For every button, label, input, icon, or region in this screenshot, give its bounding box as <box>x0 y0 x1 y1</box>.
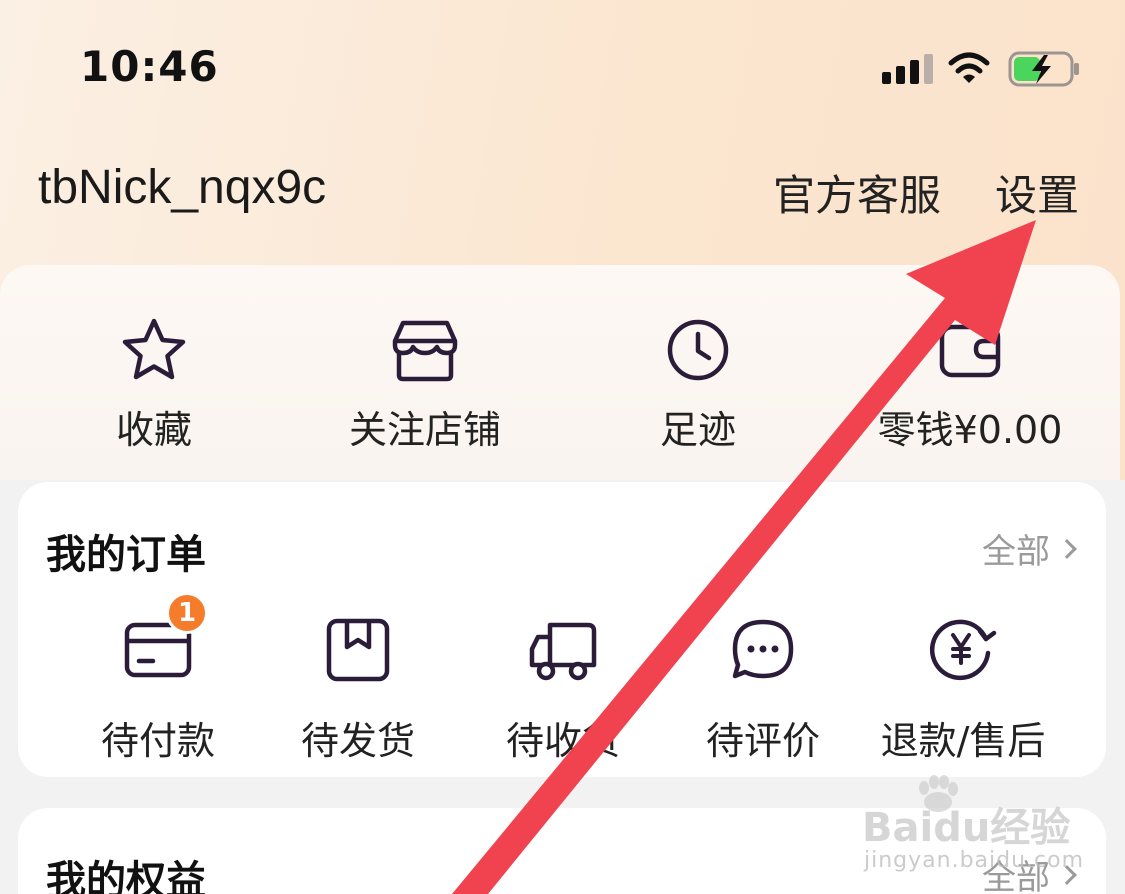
profile-header: tbNick_nqx9c 官方客服 设置 <box>0 150 1125 230</box>
quick-actions-card: 收藏 关注店铺 足迹 零钱¥0.00 <box>0 265 1120 480</box>
favorites-label: 收藏 <box>115 408 192 452</box>
store-icon <box>392 320 458 382</box>
pending-payment-badge: 1 <box>166 592 208 634</box>
customer-service-link[interactable]: 官方客服 <box>773 162 941 223</box>
orders-title: 我的订单 <box>46 532 206 578</box>
pending-payment-button[interactable]: 1 待付款 <box>58 592 258 765</box>
pending-shipment-button[interactable]: 待发货 <box>258 614 458 765</box>
clock-icon <box>667 319 729 381</box>
status-bar: 10:46 <box>0 0 1125 130</box>
refund-yen-icon <box>929 619 997 681</box>
chevron-right-icon <box>1057 538 1077 559</box>
refund-aftersale-label: 退款/售后 <box>880 719 1046 763</box>
signal-icon <box>882 54 933 84</box>
pending-receipt-label: 待收货 <box>505 719 620 763</box>
favorites-button[interactable]: 收藏 <box>44 315 264 454</box>
wallet-button[interactable]: 零钱¥0.00 <box>860 315 1080 454</box>
followed-stores-label: 关注店铺 <box>348 408 501 452</box>
pending-receipt-button[interactable]: 待收货 <box>463 614 663 765</box>
status-time: 10:46 <box>80 42 219 91</box>
user-nickname[interactable]: tbNick_nqx9c <box>38 160 326 215</box>
refund-aftersale-button[interactable]: 退款/售后 <box>863 614 1063 765</box>
wifi-icon <box>948 52 990 83</box>
followed-stores-button[interactable]: 关注店铺 <box>315 315 535 454</box>
watermark-subtext: jingyan.baidu.com <box>864 848 1085 873</box>
footprints-label: 足迹 <box>659 408 736 452</box>
orders-view-all-link[interactable]: 全部 <box>982 524 1077 573</box>
battery-charging-icon <box>1008 51 1079 87</box>
pending-review-label: 待评价 <box>705 719 820 763</box>
truck-icon <box>529 622 597 681</box>
wallet-label: 零钱¥0.00 <box>877 408 1063 452</box>
watermark-text: Baidu经验 <box>862 805 1071 851</box>
orders-view-all-label: 全部 <box>982 532 1050 572</box>
pending-shipment-label: 待发货 <box>300 719 415 763</box>
pending-review-button[interactable]: 待评价 <box>663 614 863 765</box>
chat-bubble-icon <box>732 619 794 679</box>
pending-payment-label: 待付款 <box>100 719 215 763</box>
package-icon <box>326 618 390 682</box>
rights-title: 我的权益 <box>46 858 206 894</box>
wallet-icon <box>939 324 1001 378</box>
my-orders-card: 我的订单 全部 1 待付款 待发货 待收货 待评价 退款/售后 <box>18 482 1106 777</box>
settings-link[interactable]: 设置 <box>995 162 1079 223</box>
star-icon <box>122 318 186 380</box>
footprints-button[interactable]: 足迹 <box>588 315 808 454</box>
